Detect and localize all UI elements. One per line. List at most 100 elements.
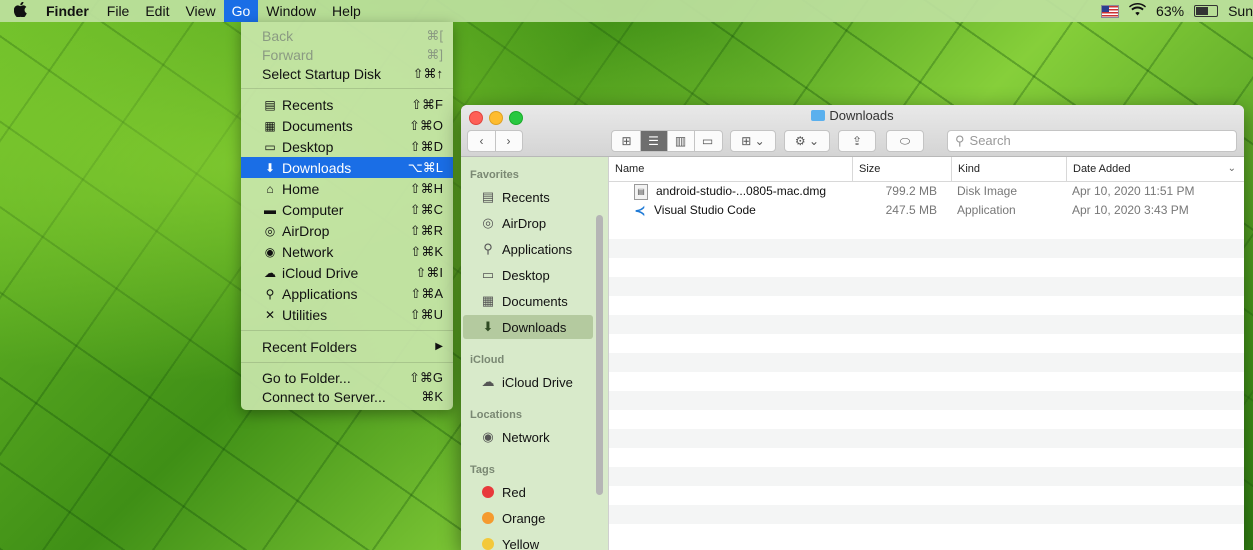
clock[interactable]: Sun [1228, 3, 1253, 19]
go-recent-folders-item[interactable]: Recent Folders ▶ [241, 336, 453, 357]
sidebar-tag-orange[interactable]: Orange [463, 506, 593, 530]
dmg-icon: ▤ [634, 183, 648, 200]
battery-icon[interactable] [1194, 5, 1219, 17]
go-computer-item[interactable]: ▬ Computer ⇧⌘C [241, 199, 453, 220]
connect-to-server-label: Connect to Server... [262, 388, 386, 405]
red-tag-dot-icon [482, 486, 494, 498]
apple-menu-icon[interactable] [0, 1, 40, 21]
go-applications-item[interactable]: ⚲ Applications ⇧⌘A [241, 283, 453, 304]
go-network-shortcut: ⇧⌘K [410, 243, 443, 259]
sidebar-item-desktop[interactable]: ▭ Desktop [463, 263, 593, 287]
empty-row [609, 296, 1244, 315]
go-home-shortcut: ⇧⌘H [409, 180, 443, 196]
empty-row [609, 410, 1244, 429]
group-by-button[interactable]: ⊞ ⌄ [730, 130, 776, 152]
go-icloud-drive-item[interactable]: ☁ iCloud Drive ⇧⌘I [241, 262, 453, 283]
empty-row [609, 505, 1244, 524]
column-view-button[interactable]: ▥ [668, 131, 695, 151]
table-row[interactable]: ▤ android-studio-...0805-mac.dmg 799.2 MB… [609, 182, 1244, 201]
file-name: android-studio-...0805-mac.dmg [656, 184, 827, 198]
go-downloads-item[interactable]: ⬇ Downloads ⌥⌘L [241, 157, 453, 178]
sidebar-header-locations: Locations [470, 409, 522, 421]
sidebar-item-airdrop[interactable]: ◎ AirDrop [463, 211, 593, 235]
forward-button[interactable]: › [496, 131, 522, 151]
go-desktop-item[interactable]: ▭ Desktop ⇧⌘D [241, 136, 453, 157]
sidebar-item-label: Network [502, 429, 550, 445]
window-title: Downloads [461, 108, 1244, 123]
documents-icon: ▦ [481, 293, 495, 308]
search-field[interactable]: ⚲ Search [947, 130, 1237, 152]
go-recents-label: Recents [282, 96, 334, 113]
back-button[interactable]: ‹ [469, 131, 496, 151]
menu-help[interactable]: Help [324, 0, 369, 22]
go-network-item[interactable]: ◉ Network ⇧⌘K [241, 241, 453, 262]
column-header-size[interactable]: Size [852, 157, 941, 181]
column-header-kind[interactable]: Kind [951, 157, 1060, 181]
sidebar-item-label: Documents [502, 293, 568, 309]
menu-edit[interactable]: Edit [137, 0, 177, 22]
file-rows: ▤ android-studio-...0805-mac.dmg 799.2 MB… [609, 182, 1244, 543]
go-downloads-label: Downloads [282, 159, 352, 176]
go-back-item: Back ⌘[ [241, 25, 453, 46]
icon-view-button[interactable]: ⊞ [614, 131, 641, 151]
sidebar-item-icloud-drive[interactable]: ☁ iCloud Drive [463, 370, 593, 394]
sidebar-header-icloud: iCloud [470, 354, 505, 366]
tags-button[interactable]: ⬭ [886, 130, 924, 152]
menu-window[interactable]: Window [258, 0, 324, 22]
sidebar-item-label: Orange [502, 510, 546, 526]
go-documents-item[interactable]: ▦ Documents ⇧⌘O [241, 115, 453, 136]
sidebar-tag-yellow[interactable]: Yellow [463, 532, 593, 550]
go-utilities-item[interactable]: ✕ Utilities ⇧⌘U [241, 304, 453, 325]
input-source-flag-icon[interactable] [1101, 4, 1120, 18]
column-headers: Name Size Kind Date Added ⌄ [609, 157, 1244, 182]
menu-go[interactable]: Go [223, 0, 259, 22]
go-documents-shortcut: ⇧⌘O [408, 117, 443, 133]
go-startup-disk-item[interactable]: Select Startup Disk ⇧⌘↑ [241, 63, 453, 84]
go-menu-dropdown: Back ⌘[ Forward ⌘] Select Startup Disk ⇧… [241, 22, 453, 410]
empty-row [609, 372, 1244, 391]
window-title-text: Downloads [829, 108, 894, 123]
recents-icon: ▤ [264, 97, 276, 112]
sidebar-item-downloads[interactable]: ⬇ Downloads [463, 315, 593, 339]
menu-bar: Finder File Edit View Go Window Help 63%… [0, 0, 1253, 22]
empty-row [609, 391, 1244, 410]
go-home-item[interactable]: ⌂ Home ⇧⌘H [241, 178, 453, 199]
cloud-icon: ☁ [264, 265, 276, 280]
sidebar-scrollbar[interactable] [596, 215, 603, 495]
menu-finder[interactable]: Finder [40, 0, 99, 22]
go-to-folder-item[interactable]: Go to Folder... ⇧⌘G [241, 367, 453, 388]
menu-view[interactable]: View [177, 0, 223, 22]
sidebar-tag-red[interactable]: Red [463, 480, 593, 504]
sidebar-item-recents[interactable]: ▤ Recents [463, 185, 593, 209]
sidebar-item-network[interactable]: ◉ Network [463, 425, 593, 449]
empty-row [609, 315, 1244, 334]
menu-file[interactable]: File [99, 0, 138, 22]
go-recents-item[interactable]: ▤ Recents ⇧⌘F [241, 94, 453, 115]
airdrop-icon: ◎ [482, 215, 494, 230]
sort-chevron-icon[interactable]: ⌄ [1228, 157, 1236, 181]
wifi-icon[interactable] [1129, 3, 1147, 19]
go-documents-label: Documents [282, 117, 353, 134]
table-row[interactable]: ≺ Visual Studio Code 247.5 MB Application… [609, 201, 1244, 220]
go-airdrop-item[interactable]: ◎ AirDrop ⇧⌘R [241, 220, 453, 241]
sidebar-item-documents[interactable]: ▦ Documents [463, 289, 593, 313]
sidebar-item-label: Recents [502, 189, 550, 205]
sidebar-item-applications[interactable]: ⚲ Applications [463, 237, 593, 261]
action-button[interactable]: ⚙ ⌄ [784, 130, 830, 152]
desktop-icon: ▭ [481, 267, 495, 282]
search-placeholder: Search [969, 133, 1011, 148]
column-header-name[interactable]: Name [609, 157, 851, 181]
gear-icon: ⚙ ⌄ [794, 134, 820, 148]
gallery-view-button[interactable]: ▭ [695, 131, 721, 151]
yellow-tag-dot-icon [482, 538, 494, 550]
column-header-date-added[interactable]: Date Added [1066, 157, 1239, 181]
tag-icon: ⬭ [899, 133, 911, 148]
empty-row [609, 277, 1244, 296]
go-desktop-label: Desktop [282, 138, 334, 155]
list-view-button[interactable]: ☰ [640, 131, 668, 151]
vscode-icon: ≺ [634, 203, 646, 218]
sidebar-item-label: Yellow [502, 536, 540, 550]
go-utilities-shortcut: ⇧⌘U [409, 306, 443, 322]
connect-to-server-item[interactable]: Connect to Server... ⌘K [241, 386, 453, 407]
share-button[interactable]: ⇪ [838, 130, 876, 152]
